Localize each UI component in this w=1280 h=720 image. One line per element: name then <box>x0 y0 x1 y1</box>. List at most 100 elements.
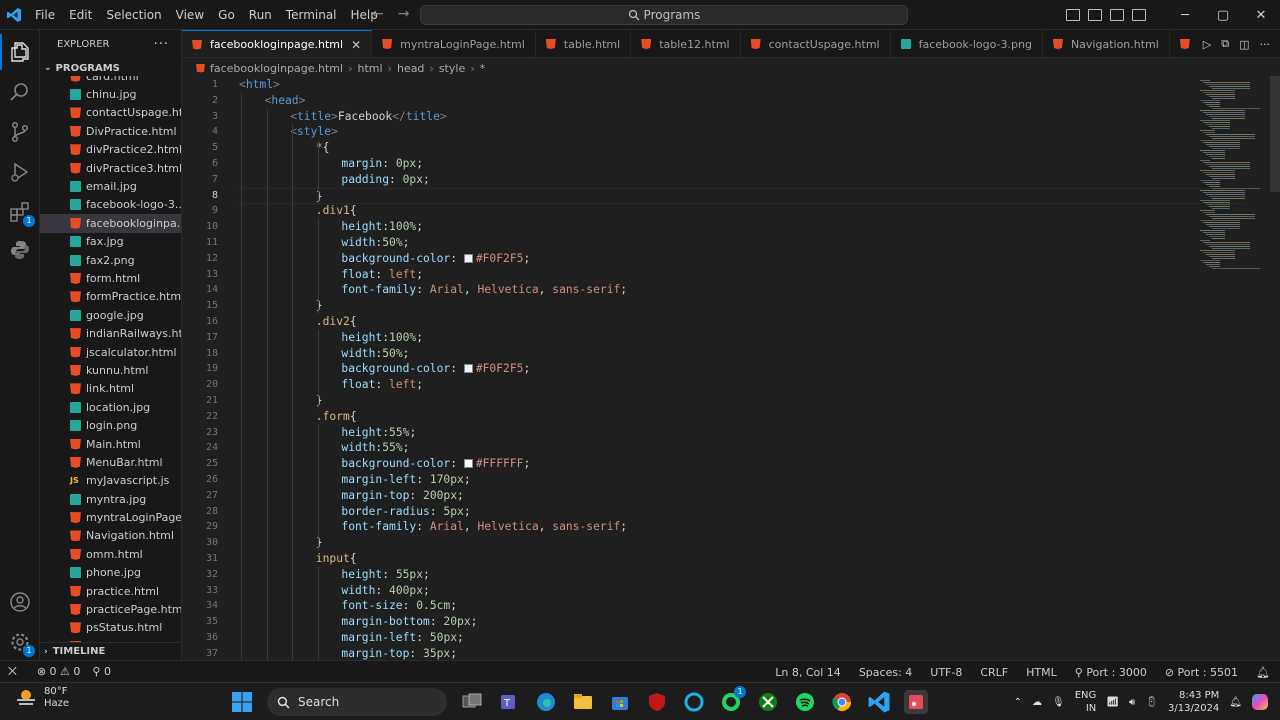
file-item[interactable]: practicePage.html <box>40 600 181 618</box>
code-line[interactable]: } <box>239 187 1245 204</box>
code-line[interactable]: margin-bottom: 20px; <box>341 614 477 630</box>
code-line[interactable]: width:55%; <box>341 440 409 456</box>
problems-indicator[interactable]: ⊗ 0 ⚠ 0 <box>37 665 81 678</box>
code-line[interactable]: background-color: #F0F2F5; <box>341 361 530 377</box>
run-icon[interactable]: ▷ <box>1203 38 1211 51</box>
more-actions-icon[interactable]: ··· <box>154 37 169 52</box>
code-line[interactable]: width:50%; <box>341 346 409 362</box>
editor-scrollbar[interactable] <box>1270 76 1280 192</box>
code-line[interactable]: input{ <box>316 551 357 567</box>
vscode-taskbar-icon[interactable] <box>867 690 891 714</box>
code-line[interactable]: margin-top: 200px; <box>341 488 463 504</box>
live-server-port[interactable]: ⚲ Port : 3000 <box>1075 666 1147 679</box>
file-item[interactable]: chinu.jpg <box>40 85 181 103</box>
search-icon[interactable] <box>8 80 32 104</box>
menu-file[interactable]: File <box>28 8 62 22</box>
file-item[interactable]: divPractice3.html <box>40 159 181 177</box>
code-line[interactable]: <title>Facebook</title> <box>290 109 447 125</box>
encoding[interactable]: UTF-8 <box>930 666 962 679</box>
file-item[interactable]: Main.html <box>40 435 181 453</box>
command-center-search[interactable]: Programs <box>420 5 908 25</box>
menu-selection[interactable]: Selection <box>99 8 168 22</box>
weather-widget[interactable]: 80°F Haze <box>14 686 69 710</box>
timeline-section[interactable]: › TIMELINE <box>40 642 181 660</box>
code-line[interactable]: <html> <box>239 77 280 93</box>
code-line[interactable]: float: left; <box>341 377 423 393</box>
task-view-icon[interactable] <box>460 690 484 714</box>
file-item[interactable]: MenuBar.html <box>40 453 181 471</box>
file-item[interactable]: practice.html <box>40 582 181 600</box>
toggle-sidebar-icon[interactable] <box>1066 9 1080 21</box>
back-arrow-icon[interactable]: ← <box>372 6 384 22</box>
source-control-icon[interactable] <box>8 120 32 144</box>
file-item[interactable]: indianRailways.html <box>40 324 181 342</box>
code-line[interactable]: margin: 0px; <box>341 156 423 172</box>
menu-terminal[interactable]: Terminal <box>279 8 344 22</box>
toggle-secondary-sidebar-icon[interactable] <box>1110 9 1124 21</box>
menu-run[interactable]: Run <box>242 8 279 22</box>
code-line[interactable]: width:50%; <box>341 235 409 251</box>
code-line[interactable]: font-size: 0.5cm; <box>341 598 457 614</box>
store-icon[interactable] <box>608 690 632 714</box>
tab-active[interactable]: facebookloginpage.html ✕ <box>182 30 373 57</box>
tab-editor[interactable]: table.html <box>536 30 632 57</box>
maximize-button[interactable]: ▢ <box>1204 8 1242 23</box>
file-item[interactable]: link.html <box>40 380 181 398</box>
file-item[interactable]: myntraLoginPage.... <box>40 508 181 526</box>
file-item[interactable]: psStatus.html <box>40 619 181 637</box>
language-mode[interactable]: HTML <box>1026 666 1057 679</box>
copilot-icon[interactable] <box>1252 694 1268 710</box>
file-item[interactable]: form.html <box>40 269 181 287</box>
code-editor[interactable]: 1 2 3 4 5 6 7 8 9 10 11 12 13 14 15 16 17 18 19 20 21 22 23 24 2… <box>182 76 1280 660</box>
notifications-bell-icon[interactable]: 🔔︎ <box>1256 666 1270 679</box>
manage-gear-icon[interactable]: 1 <box>8 630 35 657</box>
code-line[interactable]: margin-left: 50px; <box>341 630 463 646</box>
minimize-button[interactable]: ─ <box>1166 8 1204 23</box>
split-editor-icon[interactable]: ◫ <box>1239 38 1249 51</box>
microphone-icon[interactable]: 🎙︎ <box>1052 697 1065 708</box>
color-swatch[interactable] <box>463 253 473 263</box>
file-item[interactable]: Navigation.html <box>40 527 181 545</box>
open-preview-icon[interactable]: ⧉ <box>1221 37 1229 51</box>
code-line[interactable]: font-family: Arial, Helvetica, sans-seri… <box>341 519 627 535</box>
customize-layout-icon[interactable] <box>1132 9 1146 21</box>
file-item[interactable]: google.jpg <box>40 306 181 324</box>
file-item[interactable]: email.jpg <box>40 177 181 195</box>
live-server-port-2[interactable]: ⊘ Port : 5501 <box>1165 666 1238 679</box>
toggle-panel-icon[interactable] <box>1088 9 1102 21</box>
windows-start-icon[interactable] <box>230 690 254 714</box>
language-indicator[interactable]: ENG IN <box>1075 689 1097 715</box>
file-item[interactable]: JS myJavascript.js <box>40 472 181 490</box>
code-line[interactable]: float: left; <box>341 267 423 283</box>
menu-view[interactable]: View <box>169 8 211 22</box>
line-endings[interactable]: CRLF <box>980 666 1008 679</box>
minimap[interactable] <box>1190 76 1280 660</box>
file-item[interactable]: divPractice2.html <box>40 141 181 159</box>
file-item[interactable]: login.png <box>40 416 181 434</box>
code-line[interactable]: height:55%; <box>341 425 416 441</box>
file-item[interactable]: kunnu.html <box>40 361 181 379</box>
remote-icon[interactable]: ⨉ <box>8 665 17 679</box>
tab-editor[interactable]: contactUspage.html <box>741 30 891 57</box>
code-line[interactable]: .form{ <box>316 409 357 425</box>
file-item[interactable]: contactUspage.ht... <box>40 104 181 122</box>
color-swatch[interactable] <box>463 459 473 469</box>
clock[interactable]: 8:43 PM 3/13/2024 <box>1168 689 1219 715</box>
breadcrumb-head[interactable]: head <box>397 62 424 75</box>
extensions-icon[interactable]: 1 <box>8 200 35 227</box>
volume-icon[interactable]: 🔊︎ <box>1129 697 1135 708</box>
breadcrumb-html[interactable]: html <box>357 62 382 75</box>
code-area[interactable]: <html> <head> <title>Facebook</title> <styl… <box>182 76 1245 660</box>
file-item[interactable]: formPractice.html <box>40 288 181 306</box>
tab-editor[interactable]: table12.html <box>631 30 741 57</box>
code-line[interactable]: height:100%; <box>341 219 423 235</box>
snipping-tool-icon[interactable] <box>904 690 928 714</box>
file-item[interactable]: jscalculator.html <box>40 343 181 361</box>
tab-editor[interactable]: Navigation.html <box>1043 30 1170 57</box>
onedrive-icon[interactable]: ☁ <box>1032 697 1042 708</box>
taskbar-search[interactable]: Search <box>267 688 447 716</box>
code-line[interactable]: padding: 0px; <box>341 172 429 188</box>
file-item[interactable]: facebook-logo-3.... <box>40 196 181 214</box>
tab-editor[interactable]: myntraLoginPage.html <box>372 30 536 57</box>
more-actions-icon[interactable]: ··· <box>1260 38 1271 51</box>
